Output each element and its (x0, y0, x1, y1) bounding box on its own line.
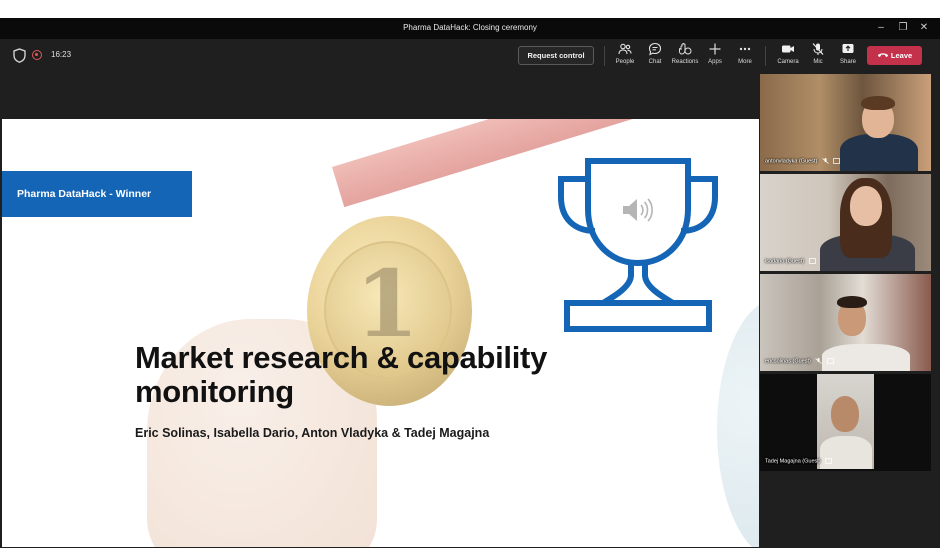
plus-icon (709, 43, 721, 55)
participant-tile[interactable]: antonvladyka (Guest) (760, 74, 931, 171)
share-tray-icon (833, 157, 841, 164)
people-label: People (615, 59, 635, 65)
more-button[interactable]: More (730, 42, 760, 72)
reactions-button[interactable]: Reactions (670, 42, 700, 72)
leave-button[interactable]: Leave (867, 46, 922, 65)
recording-icon (32, 50, 42, 60)
share-tray-icon (808, 257, 816, 264)
trophy-icon (558, 158, 718, 332)
mic-off-icon (812, 43, 824, 55)
phone-hangup-icon (877, 53, 888, 58)
camera-icon (782, 45, 794, 53)
participant-face (850, 186, 882, 226)
participant-name: isadario (Guest) (765, 258, 805, 264)
slide-title-line-1: Market research & capability (135, 340, 548, 375)
leave-label: Leave (890, 51, 913, 60)
chat-icon (648, 42, 662, 56)
mic-label: Mic (813, 59, 823, 65)
presentation-slide: 1 Pharma DataHack - Winner Market resear… (2, 119, 759, 547)
reactions-icon (679, 42, 692, 55)
participant-tile[interactable]: ericsolinas (Guest) (760, 274, 931, 371)
participant-name: ericsolinas (Guest) (765, 358, 811, 364)
shield-icon[interactable] (13, 48, 26, 63)
participant-hair (837, 296, 867, 308)
mic-off-icon (822, 157, 829, 164)
slide-title-line-2: monitoring (135, 374, 294, 409)
participant-face (831, 396, 859, 432)
toolbar-divider (765, 46, 766, 66)
share-tray-icon (825, 457, 833, 464)
audio-speaker-icon[interactable] (620, 195, 654, 225)
participant-name-tag: ericsolinas (Guest) (765, 357, 834, 364)
meeting-toolbar: 16:23 Request control People Chat Reacti… (0, 39, 940, 74)
more-label: More (738, 59, 752, 65)
title-bar: Pharma DataHack: Closing ceremony – ❐ ✕ (0, 18, 940, 39)
reactions-label: Reactions (671, 59, 699, 65)
slide-title: Market research & capability monitoring (135, 341, 695, 409)
close-button[interactable]: ✕ (916, 21, 932, 35)
more-icon (739, 47, 751, 51)
meeting-timer: 16:23 (51, 50, 72, 59)
winner-badge: Pharma DataHack - Winner (2, 171, 192, 217)
share-icon (842, 44, 854, 53)
camera-label: Camera (777, 59, 799, 65)
apps-label: Apps (708, 59, 722, 65)
participant-name: antonvladyka (Guest) (765, 158, 818, 164)
chat-label: Chat (648, 59, 662, 65)
mic-button[interactable]: Mic (803, 42, 833, 72)
participant-tile[interactable]: isadario (Guest) (760, 174, 931, 271)
participant-tile[interactable]: Tadej Magajna (Guest) (760, 374, 931, 471)
share-button[interactable]: Share (833, 42, 863, 72)
participant-body (820, 436, 872, 469)
toolbar-divider (604, 46, 605, 66)
participant-name-tag: isadario (Guest) (765, 257, 816, 264)
apps-button[interactable]: Apps (700, 42, 730, 72)
mic-off-icon (815, 357, 823, 364)
chat-button[interactable]: Chat (640, 42, 670, 72)
people-icon (618, 43, 632, 55)
participant-name-tag: Tadej Magajna (Guest) (765, 457, 833, 464)
share-label: Share (839, 59, 856, 65)
participant-hair (861, 96, 895, 110)
share-tray-icon (827, 357, 834, 364)
participant-body (840, 134, 918, 171)
camera-button[interactable]: Camera (773, 42, 803, 72)
participant-body (822, 344, 910, 371)
minimize-button[interactable]: – (873, 21, 889, 35)
people-button[interactable]: People (610, 42, 640, 72)
restore-button[interactable]: ❐ (895, 21, 911, 35)
participant-name-tag: antonvladyka (Guest) (765, 157, 841, 164)
window-title: Pharma DataHack: Closing ceremony (403, 23, 537, 32)
bottom-margin (0, 548, 940, 556)
participant-name: Tadej Magajna (Guest) (765, 458, 821, 464)
slide-authors: Eric Solinas, Isabella Dario, Anton Vlad… (135, 426, 490, 440)
request-control-button[interactable]: Request control (518, 46, 594, 65)
